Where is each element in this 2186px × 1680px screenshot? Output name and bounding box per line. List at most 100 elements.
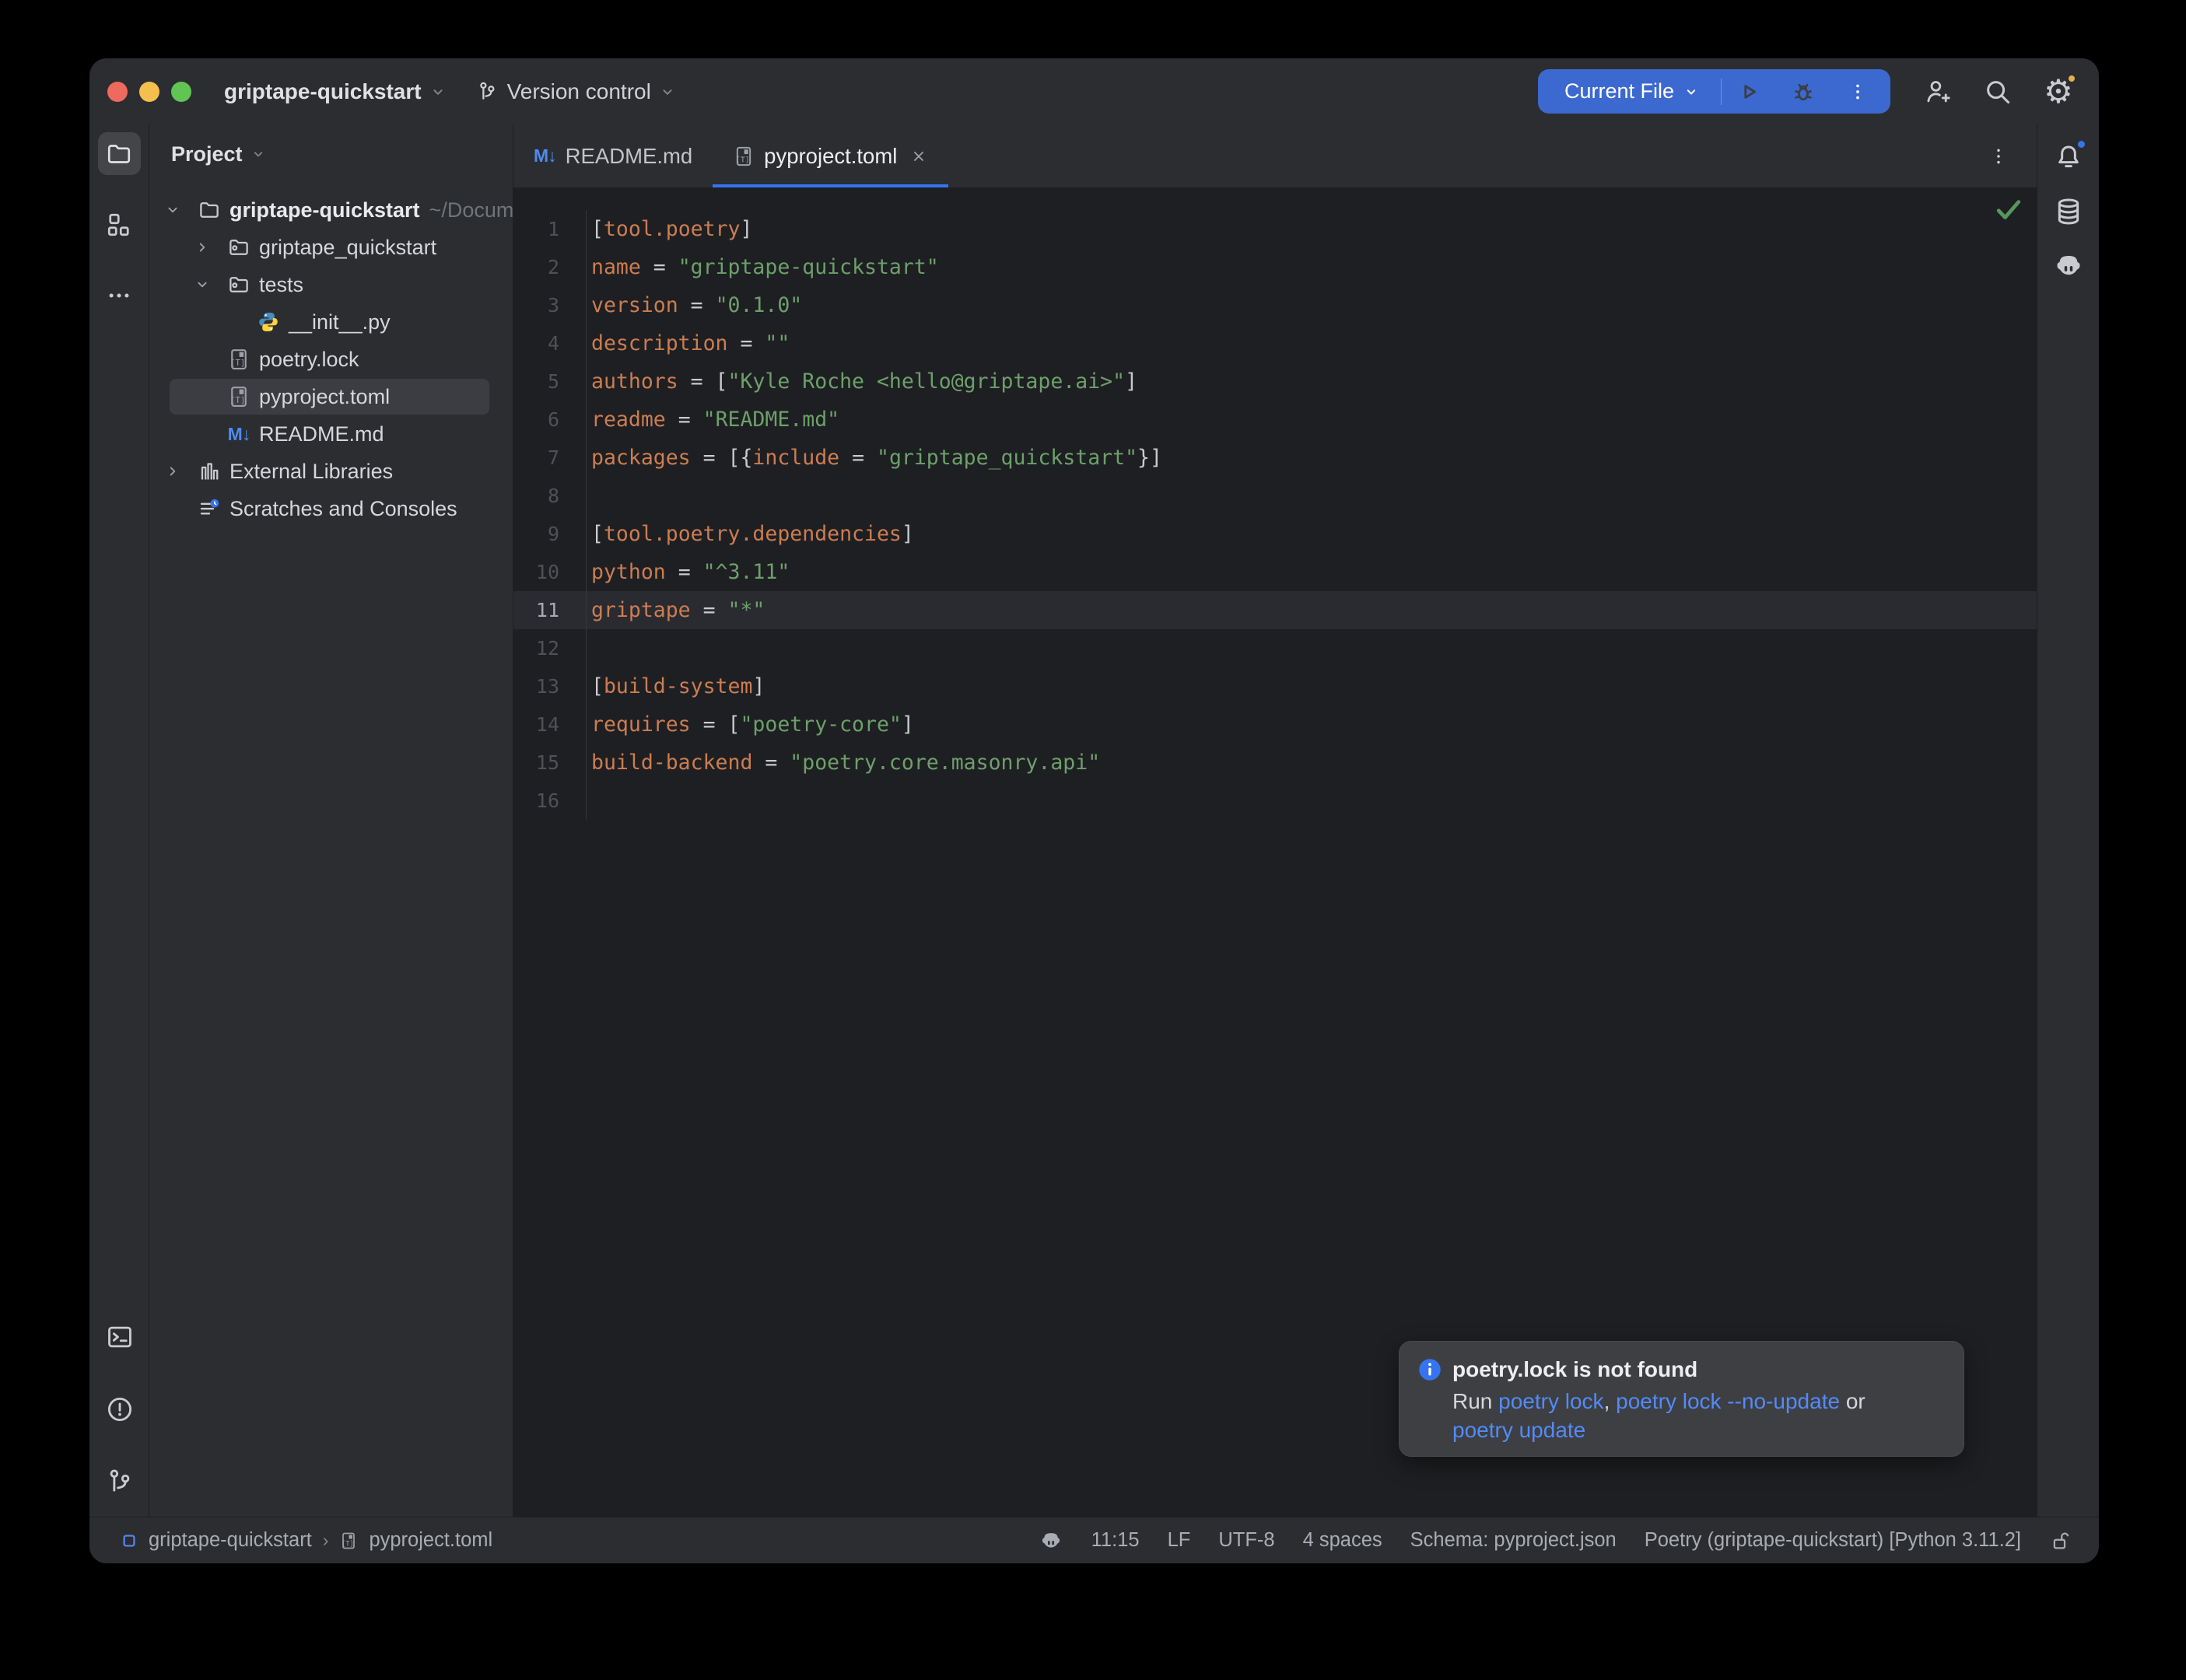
code-line[interactable]: 2name = "griptape-quickstart" (513, 248, 2037, 286)
project-tool-button[interactable] (98, 132, 141, 175)
readonly-toggle[interactable] (2049, 1529, 2072, 1552)
line-number: 5 (513, 362, 587, 401)
scratch-icon (196, 497, 222, 520)
code-line[interactable]: 9[tool.poetry.dependencies] (513, 515, 2037, 553)
breadcrumb-file[interactable]: pyproject.toml (369, 1529, 492, 1552)
chevron-right-icon[interactable] (164, 463, 196, 480)
left-tool-rail (89, 124, 149, 1517)
add-user-icon (1922, 77, 1952, 107)
close-tab-icon[interactable] (909, 147, 928, 166)
editor-tab-bar: M↓ README.md [T] pyproject.toml (513, 124, 2037, 188)
tree-row[interactable]: griptape-quickstart~/Docume (149, 191, 513, 229)
folder-dot-icon (226, 273, 252, 296)
tree-row[interactable]: [T]pyproject.toml (149, 378, 513, 415)
structure-tool-button[interactable] (98, 203, 141, 246)
code-line[interactable]: 11griptape = "*" (513, 591, 2037, 629)
code-line[interactable]: 13[build-system] (513, 667, 2037, 705)
chevron-down-icon (659, 83, 676, 100)
terminal-tool-button[interactable] (98, 1315, 141, 1358)
line-number: 8 (513, 477, 587, 515)
chevron-down-icon[interactable] (164, 201, 196, 219)
code-line[interactable]: 4description = "" (513, 324, 2037, 362)
breadcrumb-project[interactable]: griptape-quickstart (149, 1529, 312, 1552)
cursor-position-widget[interactable]: 11:15 (1091, 1529, 1140, 1552)
code-line[interactable]: 5authors = ["Kyle Roche <hello@griptape.… (513, 362, 2037, 401)
code-line[interactable]: 16 (513, 782, 2037, 820)
project-panel-header[interactable]: Project (149, 124, 513, 184)
run-widget[interactable]: Current File (1538, 69, 1890, 114)
kebab-icon (1988, 146, 2009, 166)
tree-item-label: griptape_quickstart (259, 236, 436, 260)
run-button[interactable] (1722, 79, 1776, 105)
vcs-widget[interactable]: Version control (476, 79, 676, 104)
line-number: 7 (513, 439, 587, 477)
code-line[interactable]: 8 (513, 477, 2037, 515)
folder-dot-icon (226, 236, 252, 259)
line-number: 13 (513, 667, 587, 705)
code-editor[interactable]: 1[tool.poetry]2name = "griptape-quicksta… (513, 188, 2037, 1517)
chevron-down-icon[interactable] (194, 276, 226, 293)
code-with-me-button[interactable] (1917, 72, 1957, 112)
tree-row[interactable]: [T]poetry.lock (149, 341, 513, 378)
inspections-ok-widget[interactable] (1993, 198, 2024, 222)
schema-widget[interactable]: Schema: pyproject.json (1410, 1529, 1617, 1552)
close-window-button[interactable] (107, 82, 128, 102)
notification-link[interactable]: poetry update (1452, 1418, 1585, 1442)
code-line[interactable]: 12 (513, 629, 2037, 667)
notification-body: Run poetry lock, poetry lock --no-update… (1452, 1387, 1945, 1444)
tree-row[interactable]: External Libraries (149, 453, 513, 490)
tree-row[interactable]: M↓README.md (149, 415, 513, 453)
tab-pyproject[interactable]: [T] pyproject.toml (713, 124, 948, 187)
vcs-widget-label: Version control (507, 79, 651, 104)
tree-row[interactable]: Scratches and Consoles (149, 490, 513, 527)
project-widget[interactable]: griptape-quickstart (224, 79, 447, 104)
code-line[interactable]: 6readme = "README.md" (513, 401, 2037, 439)
git-tool-button[interactable] (98, 1460, 141, 1503)
code-line[interactable]: 15build-backend = "poetry.core.masonry.a… (513, 744, 2037, 782)
interpreter-widget[interactable]: Poetry (griptape-quickstart) [Python 3.1… (1645, 1529, 2021, 1552)
line-number: 1 (513, 210, 587, 248)
notifications-button[interactable] (2047, 135, 2090, 179)
problems-icon (105, 1395, 135, 1424)
notification-link[interactable]: poetry lock (1498, 1389, 1603, 1413)
line-separator-widget[interactable]: LF (1168, 1529, 1191, 1552)
more-run-options-button[interactable] (1830, 82, 1885, 102)
toolbar-icons: ⚙︎ (1917, 72, 2079, 112)
chevron-down-icon (250, 146, 266, 162)
toml-file-icon: [T] (339, 1531, 358, 1550)
status-widgets: 11:15 LF UTF-8 4 spaces Schema: pyprojec… (1039, 1528, 2072, 1553)
code-line[interactable]: 1[tool.poetry] (513, 210, 2037, 248)
tab-options-button[interactable] (1988, 124, 2009, 187)
minimize-window-button[interactable] (139, 82, 159, 102)
chevron-right-icon[interactable] (194, 239, 226, 256)
copilot-status-button[interactable] (1039, 1528, 1063, 1553)
tree-row[interactable]: __init__.py (149, 303, 513, 341)
database-tool-button[interactable] (2047, 190, 2090, 233)
encoding-widget[interactable]: UTF-8 (1218, 1529, 1274, 1552)
copilot-tool-button[interactable] (2047, 244, 2090, 288)
notification-balloon[interactable]: poetry.lock is not found Run poetry lock… (1399, 1341, 1964, 1457)
code-text: requires = ["poetry-core"] (587, 712, 914, 737)
notification-badge (2076, 138, 2087, 150)
tree-item-label: README.md (259, 422, 384, 446)
tree-row[interactable]: tests (149, 266, 513, 303)
code-text: version = "0.1.0" (587, 293, 802, 317)
search-everywhere-button[interactable] (1978, 72, 2018, 112)
more-tool-windows-button[interactable] (98, 274, 141, 317)
problems-tool-button[interactable] (98, 1388, 141, 1430)
code-line[interactable]: 14requires = ["poetry-core"] (513, 705, 2037, 744)
notification-link[interactable]: poetry lock --no-update (1616, 1389, 1840, 1413)
code-line[interactable]: 10python = "^3.11" (513, 553, 2037, 591)
notification-header: poetry.lock is not found (1418, 1357, 1945, 1382)
tree-row[interactable]: griptape_quickstart (149, 229, 513, 266)
code-line[interactable]: 7packages = [{include = "griptape_quicks… (513, 439, 2037, 477)
zoom-window-button[interactable] (171, 82, 191, 102)
tab-readme[interactable]: M↓ README.md (513, 124, 713, 187)
indent-widget[interactable]: 4 spaces (1303, 1529, 1382, 1552)
more-icon (106, 282, 132, 309)
debug-button[interactable] (1776, 79, 1830, 105)
settings-button[interactable]: ⚙︎ (2038, 72, 2079, 112)
project-icon (121, 1532, 138, 1549)
title-bar: griptape-quickstart Version control Curr… (89, 58, 2099, 124)
code-line[interactable]: 3version = "0.1.0" (513, 286, 2037, 324)
